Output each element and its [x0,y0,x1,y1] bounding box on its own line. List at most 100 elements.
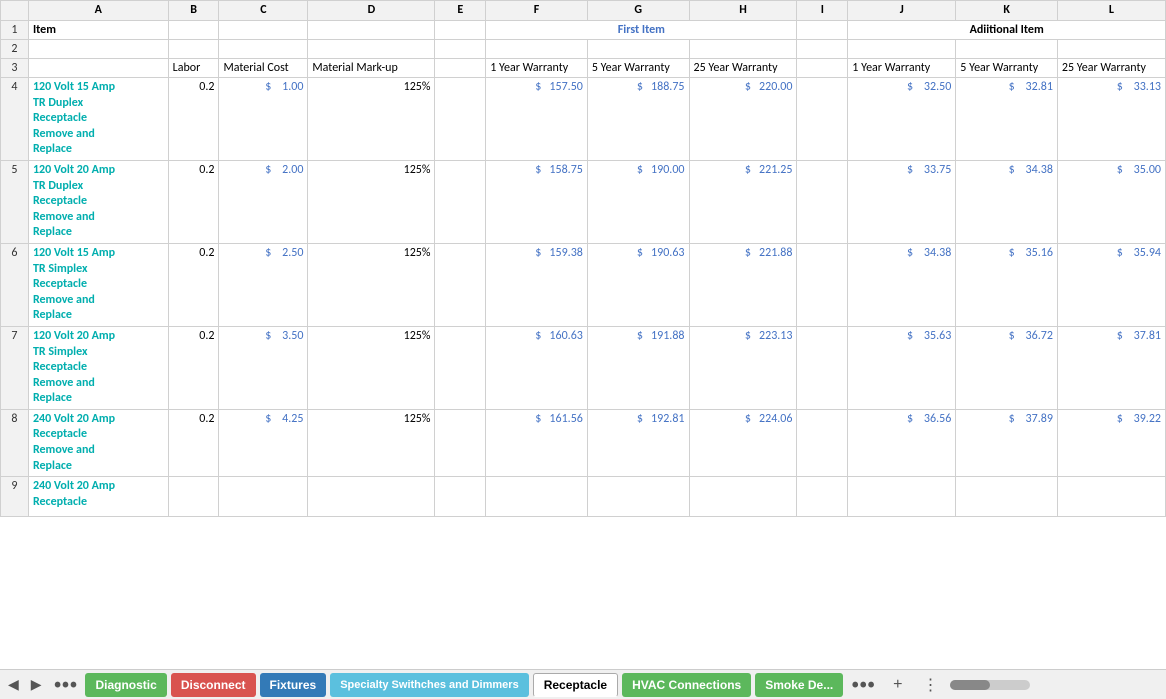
cell-l2[interactable] [1057,40,1165,59]
cell-d3[interactable]: Material Mark-up [308,59,435,78]
cell-j1[interactable]: Adiitional Item [848,21,1166,40]
cell-d2[interactable] [308,40,435,59]
scroll-area[interactable]: A B C D E F G H I J K L 1 Ite [0,0,1166,669]
col-header-e[interactable]: E [435,1,486,21]
cell-a2[interactable] [28,40,168,59]
cell-e7[interactable] [435,326,486,409]
cell-g5[interactable]: $ 190.00 [587,160,689,243]
col-header-a[interactable]: A [28,1,168,21]
cell-h6[interactable]: $ 221.88 [689,243,797,326]
cell-f3[interactable]: 1 Year Warranty [486,59,588,78]
cell-c3[interactable]: Material Cost [219,59,308,78]
cell-e3[interactable] [435,59,486,78]
cell-f7[interactable]: $ 160.63 [486,326,588,409]
scrollbar-thumb[interactable] [950,680,990,690]
cell-b5[interactable]: 0.2 [168,160,219,243]
cell-d6[interactable]: 125% [308,243,435,326]
cell-a9[interactable]: 240 Volt 20 AmpReceptacle [28,477,168,517]
tab-add[interactable]: + [883,673,912,697]
cell-k4[interactable]: $ 32.81 [956,78,1058,161]
tab-options[interactable]: ⋮ [918,673,942,697]
cell-d1[interactable] [308,21,435,40]
scrollbar-area[interactable] [950,680,1162,690]
cell-k9[interactable] [956,477,1058,517]
col-header-b[interactable]: B [168,1,219,21]
cell-i9[interactable] [797,477,848,517]
cell-h4[interactable]: $ 220.00 [689,78,797,161]
cell-d9[interactable] [308,477,435,517]
cell-g7[interactable]: $ 191.88 [587,326,689,409]
cell-f5[interactable]: $ 158.75 [486,160,588,243]
cell-a7[interactable]: 120 Volt 20 AmpTR SimplexReceptacleRemov… [28,326,168,409]
cell-f2[interactable] [486,40,588,59]
cell-j4[interactable]: $ 32.50 [848,78,956,161]
tab-more-right[interactable]: ••• [847,673,879,696]
col-header-f[interactable]: F [486,1,588,21]
cell-b6[interactable]: 0.2 [168,243,219,326]
col-header-h[interactable]: H [689,1,797,21]
cell-k8[interactable]: $ 37.89 [956,409,1058,476]
tab-fixtures[interactable]: Fixtures [260,673,327,697]
tab-scroll-right[interactable]: ▶ [27,674,46,695]
col-header-g[interactable]: G [587,1,689,21]
tab-disconnect[interactable]: Disconnect [171,673,256,697]
cell-f9[interactable] [486,477,588,517]
tab-more-left[interactable]: ••• [50,673,82,696]
cell-j9[interactable] [848,477,956,517]
cell-j3[interactable]: 1 Year Warranty [848,59,956,78]
cell-j5[interactable]: $ 33.75 [848,160,956,243]
cell-l7[interactable]: $ 37.81 [1057,326,1165,409]
cell-f6[interactable]: $ 159.38 [486,243,588,326]
cell-l3[interactable]: 25 Year Warranty [1057,59,1165,78]
cell-h2[interactable] [689,40,797,59]
cell-e4[interactable] [435,78,486,161]
cell-h3[interactable]: 25 Year Warranty [689,59,797,78]
cell-g4[interactable]: $ 188.75 [587,78,689,161]
cell-c4[interactable]: $ 1.00 [219,78,308,161]
cell-l8[interactable]: $ 39.22 [1057,409,1165,476]
cell-e8[interactable] [435,409,486,476]
col-header-d[interactable]: D [308,1,435,21]
cell-k7[interactable]: $ 36.72 [956,326,1058,409]
tab-hvac[interactable]: HVAC Connections [622,673,751,697]
cell-g8[interactable]: $ 192.81 [587,409,689,476]
cell-j7[interactable]: $ 35.63 [848,326,956,409]
cell-k5[interactable]: $ 34.38 [956,160,1058,243]
cell-d8[interactable]: 125% [308,409,435,476]
tab-diagnostic[interactable]: Diagnostic [85,673,166,697]
cell-c2[interactable] [219,40,308,59]
col-header-i[interactable]: I [797,1,848,21]
cell-b7[interactable]: 0.2 [168,326,219,409]
cell-i1[interactable] [797,21,848,40]
cell-j2[interactable] [848,40,956,59]
cell-l6[interactable]: $ 35.94 [1057,243,1165,326]
cell-c9[interactable] [219,477,308,517]
cell-f1[interactable]: First Item [486,21,797,40]
cell-c6[interactable]: $ 2.50 [219,243,308,326]
tab-scroll-left[interactable]: ◀ [4,674,23,695]
cell-h7[interactable]: $ 223.13 [689,326,797,409]
cell-e9[interactable] [435,477,486,517]
cell-i8[interactable] [797,409,848,476]
cell-b1[interactable] [168,21,219,40]
cell-c5[interactable]: $ 2.00 [219,160,308,243]
cell-l9[interactable] [1057,477,1165,517]
cell-d4[interactable]: 125% [308,78,435,161]
cell-i7[interactable] [797,326,848,409]
scrollbar-track[interactable] [950,680,1030,690]
col-header-c[interactable]: C [219,1,308,21]
cell-g3[interactable]: 5 Year Warranty [587,59,689,78]
cell-b2[interactable] [168,40,219,59]
cell-h8[interactable]: $ 224.06 [689,409,797,476]
cell-i4[interactable] [797,78,848,161]
cell-b3[interactable]: Labor [168,59,219,78]
cell-k2[interactable] [956,40,1058,59]
cell-a8[interactable]: 240 Volt 20 AmpReceptacleRemove andRepla… [28,409,168,476]
cell-f8[interactable]: $ 161.56 [486,409,588,476]
cell-b9[interactable] [168,477,219,517]
tab-receptacle[interactable]: Receptacle [533,673,618,697]
cell-a6[interactable]: 120 Volt 15 AmpTR SimplexReceptacleRemov… [28,243,168,326]
cell-c1[interactable] [219,21,308,40]
cell-c8[interactable]: $ 4.25 [219,409,308,476]
cell-b4[interactable]: 0.2 [168,78,219,161]
